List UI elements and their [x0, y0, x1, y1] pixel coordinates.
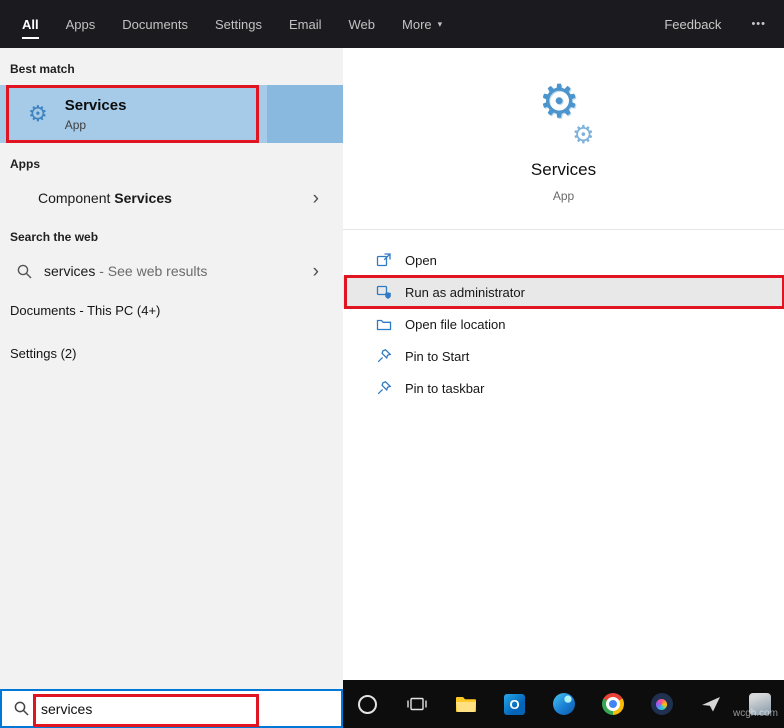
best-match-subtitle: App: [64, 117, 87, 132]
overflow-menu-icon[interactable]: •••: [751, 18, 766, 30]
tab-apps-label: Apps: [65, 16, 96, 32]
search-query-text: services: [41, 700, 93, 717]
action-pin-to-start[interactable]: Pin to Start: [343, 340, 784, 372]
action-pin-to-taskbar[interactable]: Pin to taskbar: [343, 372, 784, 404]
tab-documents-label: Documents: [122, 16, 189, 32]
paper-plane-icon: [701, 697, 720, 712]
preview-panel: ⚙ ⚙ Services App Open Run as administrat…: [343, 48, 784, 680]
search-slot: services: [0, 680, 343, 728]
search-web-header: Search the web: [10, 230, 99, 244]
file-explorer-button[interactable]: [441, 680, 490, 728]
cortana-icon: [358, 694, 377, 714]
services-app-icon: ⚙ ⚙: [531, 78, 597, 148]
preview-app-title: Services: [530, 160, 597, 179]
search-filter-bar: All Apps Documents Settings Email Web Mo…: [0, 0, 784, 48]
component-services-label: Component Services: [38, 190, 172, 206]
results-panel: Best match ⚙ Services App Apps Component…: [0, 48, 343, 680]
best-match-title: Services: [64, 96, 127, 114]
task-view-icon: [406, 697, 427, 711]
file-location-icon: [376, 319, 392, 331]
tab-settings-label: Settings: [215, 16, 262, 32]
action-label: Pin to Start: [405, 348, 470, 364]
taskbar: O wcgh.com: [343, 680, 784, 728]
tab-web[interactable]: Web: [349, 0, 376, 48]
preview-header: ⚙ ⚙ Services App: [343, 48, 784, 203]
tab-all[interactable]: All: [22, 0, 39, 48]
photos-app-icon: [650, 693, 673, 715]
chrome-center-dot: [605, 697, 620, 711]
tab-web-label: Web: [348, 16, 376, 32]
pin-icon: [377, 349, 392, 363]
tab-email[interactable]: Email: [289, 0, 322, 48]
context-actions: Open Run as administrator Open file loca…: [343, 244, 784, 404]
gear-large-icon: ⚙: [538, 75, 580, 127]
clipped-app-icon: [748, 693, 771, 715]
result-component-services[interactable]: Component Services ›: [0, 180, 343, 216]
action-label: Pin to taskbar: [405, 380, 485, 396]
apps-section-header: Apps: [10, 157, 40, 171]
search-icon: [14, 701, 29, 716]
chevron-right-icon[interactable]: ›: [313, 189, 327, 208]
tab-settings[interactable]: Settings: [215, 0, 262, 48]
edge-icon: [552, 693, 575, 715]
result-web-search-services[interactable]: services - See web results ›: [0, 253, 343, 289]
tab-more-label: More: [402, 16, 432, 32]
mail-app-button[interactable]: [686, 680, 735, 728]
tab-documents[interactable]: Documents: [122, 0, 188, 48]
clipped-app-button[interactable]: [735, 680, 784, 728]
services-gear-icon: ⚙: [28, 101, 48, 126]
cortana-button[interactable]: [343, 680, 392, 728]
search-input[interactable]: services: [0, 689, 343, 728]
photos-app-button[interactable]: [637, 680, 686, 728]
search-icon: [17, 264, 32, 278]
task-view-button[interactable]: [392, 680, 441, 728]
chrome-icon: [601, 693, 624, 715]
action-open-file-location[interactable]: Open file location: [343, 308, 784, 340]
settings-group-header[interactable]: Settings (2): [0, 332, 343, 375]
outlook-letter: O: [509, 696, 520, 712]
best-match-header: Best match: [10, 62, 75, 76]
outlook-button[interactable]: O: [490, 680, 539, 728]
tab-more[interactable]: More ▾: [402, 0, 442, 48]
photos-app-swirl: [656, 698, 667, 710]
outlook-icon: O: [504, 693, 525, 715]
tab-all-label: All: [22, 16, 39, 32]
action-label: Open file location: [405, 316, 506, 332]
divider: [343, 229, 784, 230]
tab-email-label: Email: [289, 16, 322, 32]
action-label: Open: [405, 252, 437, 268]
tab-apps[interactable]: Apps: [66, 0, 96, 48]
best-match-result-services[interactable]: ⚙ Services App: [0, 85, 343, 143]
action-label: Run as administrator: [405, 284, 525, 300]
filter-tabs: All Apps Documents Settings Email Web Mo…: [22, 0, 442, 48]
file-explorer-icon: [455, 697, 476, 712]
pin-icon: [377, 381, 392, 395]
topbar-right: Feedback •••: [664, 0, 766, 48]
start-search-window: All Apps Documents Settings Email Web Mo…: [0, 0, 784, 728]
open-icon: [376, 253, 391, 267]
chevron-right-icon[interactable]: ›: [313, 262, 327, 281]
search-results-area: Best match ⚙ Services App Apps Component…: [0, 48, 784, 680]
action-open[interactable]: Open: [343, 244, 784, 276]
chrome-button[interactable]: [588, 680, 637, 728]
feedback-link[interactable]: Feedback: [664, 17, 721, 32]
best-match-expand-area[interactable]: [267, 85, 343, 143]
documents-group-header[interactable]: Documents - This PC (4+): [0, 289, 343, 332]
web-search-label: services - See web results: [44, 263, 208, 279]
edge-button[interactable]: [539, 680, 588, 728]
action-run-as-administrator[interactable]: Run as administrator: [343, 275, 784, 309]
gear-small-icon: ⚙: [572, 121, 595, 149]
chevron-down-icon: ▾: [437, 18, 443, 29]
run-admin-icon: [376, 285, 391, 299]
bottom-bar: services O wcgh.com: [0, 680, 784, 728]
best-match-text: Services App: [65, 97, 127, 132]
preview-app-subtitle: App: [552, 189, 575, 203]
